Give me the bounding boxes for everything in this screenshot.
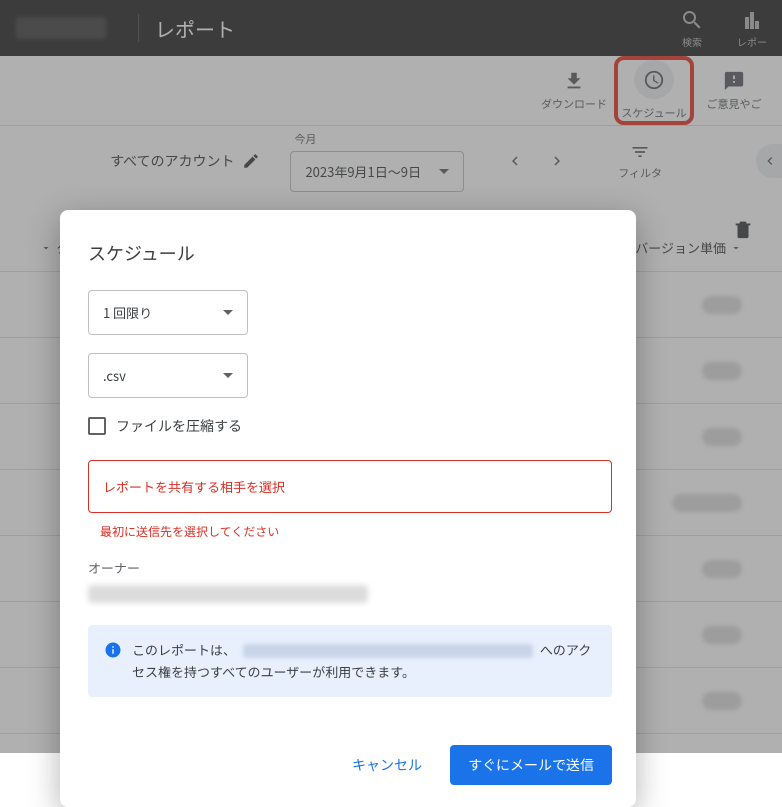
share-recipients-input[interactable]: レポートを共有する相手を選択: [88, 460, 612, 513]
owner-value-blurred: [88, 585, 368, 603]
chevron-down-icon: [223, 373, 233, 378]
share-error-text: 最初に送信先を選択してください: [100, 523, 612, 540]
frequency-select[interactable]: 1 回限り: [88, 290, 248, 335]
frequency-value: 1 回限り: [103, 303, 152, 322]
info-box: このレポートは、 へのアクセス権を持つすべてのユーザーが利用できます。: [88, 625, 612, 697]
schedule-dialog: スケジュール 1 回限り .csv ファイルを圧縮する レポートを共有する相手を…: [60, 210, 636, 807]
compress-label: ファイルを圧縮する: [116, 416, 242, 436]
dialog-title: スケジュール: [88, 240, 612, 266]
chevron-down-icon: [223, 310, 233, 315]
owner-label: オーナー: [88, 558, 612, 577]
share-placeholder: レポートを共有する相手を選択: [103, 477, 285, 496]
compress-checkbox-row[interactable]: ファイルを圧縮する: [88, 416, 612, 436]
info-icon: [104, 641, 122, 659]
format-value: .csv: [103, 366, 126, 385]
format-select[interactable]: .csv: [88, 353, 248, 398]
info-prefix: このレポートは、: [132, 640, 236, 659]
compress-checkbox[interactable]: [88, 417, 106, 435]
dialog-actions: キャンセル すぐにメールで送信: [88, 745, 612, 785]
send-now-button[interactable]: すぐにメールで送信: [450, 745, 612, 785]
info-text: このレポートは、 へのアクセス権を持つすべてのユーザーが利用できます。: [132, 639, 596, 683]
info-blurred-segment: [243, 644, 533, 658]
